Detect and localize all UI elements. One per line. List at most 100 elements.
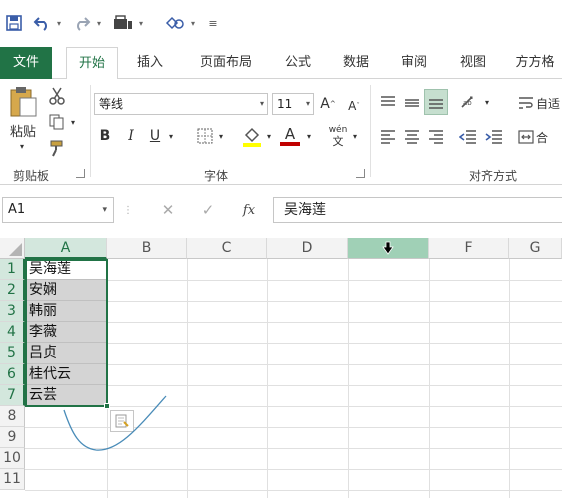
font-size-dropdown-icon[interactable]: ▾ (306, 94, 310, 114)
redo-dropdown-icon[interactable]: ▾ (94, 13, 104, 33)
format-painter-icon[interactable] (46, 137, 68, 159)
column-header-a[interactable]: A (25, 238, 107, 259)
row-header-5[interactable]: 5 (0, 343, 25, 364)
phonetic-dropdown-icon[interactable]: ▾ (350, 129, 360, 143)
fill-color-icon[interactable] (240, 123, 264, 149)
decrease-indent-icon[interactable] (456, 125, 480, 149)
row-header-4[interactable]: 4 (0, 322, 25, 343)
cancel-icon[interactable]: ✕ (158, 199, 178, 221)
phonetic-button[interactable]: wén 文 (326, 123, 350, 149)
bold-button[interactable]: B (96, 125, 114, 147)
fill-handle[interactable] (104, 403, 110, 409)
align-right-icon[interactable] (424, 125, 448, 149)
column-header-d[interactable]: D (267, 238, 348, 259)
touch-dropdown-icon[interactable]: ▾ (136, 13, 146, 33)
font-size-value: 11 (277, 97, 293, 111)
underline-button[interactable]: U (146, 125, 164, 147)
align-left-icon[interactable] (376, 125, 400, 149)
row-header-7[interactable]: 7 (0, 385, 25, 406)
font-color-button[interactable]: A (278, 123, 302, 149)
column-header-f[interactable]: F (429, 238, 509, 259)
save-icon[interactable] (4, 13, 24, 33)
tab-file[interactable]: 文件 (0, 47, 52, 79)
tab-fangfangge[interactable]: 方方格 (508, 47, 562, 79)
font-launcher-icon[interactable] (356, 169, 365, 178)
customize-qat-icon[interactable]: ≡ (206, 13, 220, 33)
row-header-10[interactable]: 10 (0, 448, 25, 469)
orientation-icon[interactable]: ab (458, 91, 480, 115)
formula-input[interactable]: 吴海莲 (273, 197, 562, 223)
paste-button[interactable]: 粘贴 (6, 121, 40, 140)
redo-icon[interactable] (72, 13, 92, 33)
merge-center-button[interactable]: 合 (536, 125, 562, 149)
quick-analysis-button[interactable] (110, 410, 134, 432)
font-name-field[interactable]: 等线 ▾ (94, 93, 268, 115)
ribbon: 粘贴 ▾ ▾ 剪贴板 等线 ▾ 11 ▾ A ^ Aˇ B I U ▾ ▾ ▾ A… (0, 79, 562, 185)
row-header-9[interactable]: 9 (0, 427, 25, 448)
font-group-label: 字体 (203, 169, 228, 183)
row-header-1[interactable]: 1 (0, 259, 25, 280)
column-header-c[interactable]: C (187, 238, 267, 259)
column-header-e[interactable] (348, 238, 429, 259)
align-bottom-icon[interactable] (424, 89, 448, 115)
grow-font-button[interactable]: A ^ (318, 93, 338, 115)
borders-icon[interactable] (194, 125, 216, 147)
underline-dropdown-icon[interactable]: ▾ (166, 129, 176, 143)
paste-dropdown-icon[interactable]: ▾ (14, 141, 30, 151)
align-center-icon[interactable] (400, 125, 424, 149)
font-color-glyph: A (284, 125, 296, 143)
font-color-dropdown-icon[interactable]: ▾ (304, 129, 314, 143)
paste-icon[interactable] (6, 85, 40, 119)
column-header-g[interactable]: G (509, 238, 562, 259)
shapes-icon[interactable] (164, 13, 186, 33)
insert-function-button[interactable]: fx (238, 199, 260, 221)
clipboard-launcher-icon[interactable] (76, 169, 85, 178)
tab-review[interactable]: 审阅 (388, 47, 440, 79)
row-header-2[interactable]: 2 (0, 280, 25, 301)
tab-view[interactable]: 视图 (447, 47, 499, 79)
quick-analysis-icon (115, 414, 129, 428)
row-header-3[interactable]: 3 (0, 301, 25, 322)
group-separator (90, 85, 91, 177)
tab-data[interactable]: 数据 (330, 47, 382, 79)
row-header-11[interactable]: 11 (0, 469, 25, 490)
tab-page-layout[interactable]: 页面布局 (188, 47, 264, 79)
shrink-font-button[interactable]: Aˇ (344, 95, 364, 117)
grow-font-caret-icon: ^ (329, 100, 336, 108)
align-top-icon[interactable] (376, 91, 400, 115)
wrap-text-icon[interactable] (516, 91, 536, 115)
wrap-text-button[interactable]: 自适 (536, 91, 562, 115)
increase-indent-icon[interactable] (482, 125, 506, 149)
font-name-dropdown-icon[interactable]: ▾ (260, 94, 264, 114)
font-size-field[interactable]: 11 ▾ (272, 93, 314, 115)
formula-bar-grip-icon[interactable]: ⋮ (123, 199, 133, 221)
orientation-dropdown-icon[interactable]: ▾ (482, 95, 492, 109)
shrink-font-caret-icon: ˇ (356, 102, 360, 110)
name-box-dropdown-icon[interactable]: ▾ (102, 198, 107, 222)
undo-dropdown-icon[interactable]: ▾ (54, 13, 64, 33)
copy-icon[interactable] (46, 111, 68, 133)
cut-icon[interactable] (46, 85, 68, 107)
tab-home[interactable]: 开始 (66, 47, 118, 80)
enter-icon[interactable]: ✓ (198, 199, 218, 221)
select-all-corner[interactable] (0, 238, 25, 259)
fill-color-dropdown-icon[interactable]: ▾ (264, 129, 274, 143)
shapes-dropdown-icon[interactable]: ▾ (188, 13, 198, 33)
ribbon-tabs: 文件 开始 插入 页面布局 公式 数据 审阅 视图 方方格 (0, 47, 562, 80)
merge-center-icon[interactable] (516, 125, 536, 149)
name-box[interactable]: A1 ▾ (2, 197, 114, 223)
align-middle-icon[interactable] (400, 91, 424, 115)
italic-button[interactable]: I (122, 125, 140, 147)
column-header-b[interactable]: B (107, 238, 187, 259)
undo-icon[interactable] (32, 13, 52, 33)
row-header-6[interactable]: 6 (0, 364, 25, 385)
svg-text:ab: ab (463, 99, 472, 107)
tab-insert[interactable]: 插入 (124, 47, 176, 79)
touch-mode-icon[interactable] (112, 13, 134, 33)
font-name-value: 等线 (99, 97, 124, 111)
phonetic-sub-glyph: 文 (332, 135, 344, 148)
row-header-8[interactable]: 8 (0, 406, 25, 427)
tab-formulas[interactable]: 公式 (272, 47, 324, 79)
copy-dropdown-icon[interactable]: ▾ (68, 115, 78, 129)
borders-dropdown-icon[interactable]: ▾ (216, 129, 226, 143)
